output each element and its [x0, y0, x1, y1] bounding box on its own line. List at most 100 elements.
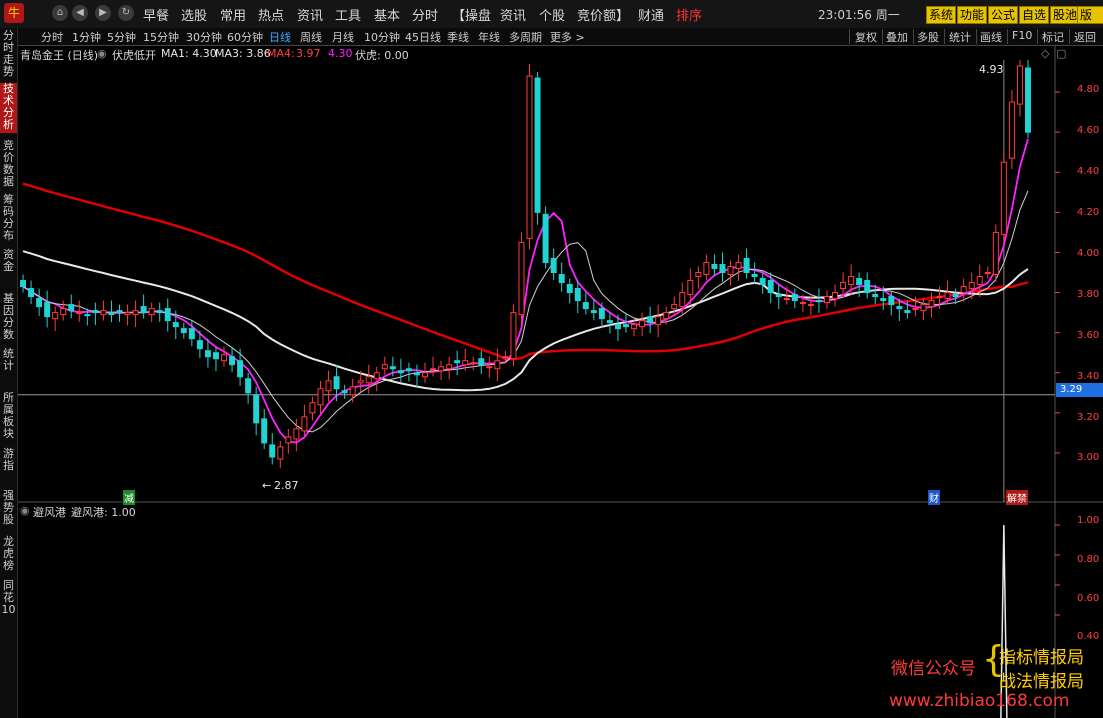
candle-body [405, 368, 412, 372]
candle-body [936, 296, 943, 299]
sub-toggle-icon[interactable]: ◉ [20, 504, 30, 517]
candle-body [204, 350, 211, 358]
candle-body [856, 278, 863, 286]
candle-body [116, 310, 123, 314]
axis-tick: 3.80 [1077, 289, 1100, 300]
axis-tick: 3.40 [1077, 371, 1100, 382]
watermark-line1: 指标情报局 [999, 648, 1084, 668]
candle-body [148, 308, 155, 316]
candle-body [92, 310, 99, 314]
ma4-value-a: 3.97 [296, 47, 321, 60]
candle-body [775, 294, 782, 298]
candle-body [679, 292, 686, 308]
candle-body [534, 77, 541, 213]
candle-body [832, 292, 839, 300]
candle-body [212, 352, 219, 360]
candle-body [606, 320, 613, 324]
candle-body [598, 308, 605, 320]
candle-body [623, 324, 629, 328]
event-tag-reduce[interactable]: 减 [123, 490, 135, 505]
candle-body [864, 280, 871, 294]
candle-body [221, 354, 228, 362]
expand-icon[interactable]: ◇ [1041, 47, 1049, 60]
candle-body [582, 302, 589, 310]
candle-body [422, 372, 428, 378]
candle-body [277, 446, 284, 460]
candle-body [960, 286, 967, 294]
high-price-annotation: 4.93 [979, 63, 1004, 76]
candle-body [293, 428, 300, 440]
candle-body [454, 360, 461, 364]
candle-body [590, 310, 597, 314]
candle-body [639, 320, 646, 328]
candle-body [550, 257, 557, 274]
candle-body [542, 213, 549, 263]
ma-white-line [22, 250, 1029, 392]
candle-body [44, 302, 51, 318]
candle-body [502, 356, 509, 359]
candle-body [1016, 65, 1023, 105]
minimize-icon[interactable]: ▢ [1056, 47, 1066, 60]
candle-body [462, 360, 469, 366]
low-price-annotation: 2.87 [274, 479, 299, 492]
candle-body [36, 298, 43, 308]
candle-body [341, 390, 348, 394]
axis-tick: 4.60 [1077, 125, 1100, 136]
candle-body [317, 388, 324, 406]
candle-body [20, 280, 27, 288]
candle-body [518, 241, 525, 316]
candle-body [952, 294, 959, 298]
candle-body [478, 358, 485, 366]
candle-body [1024, 67, 1031, 133]
sub-axis-tick: 0.60 [1077, 593, 1100, 604]
sub-indicator-value: 避风港: 1.00 [71, 506, 136, 519]
candle-body [574, 288, 581, 302]
sub-axis-tick: 0.80 [1077, 554, 1100, 565]
candle-body [872, 294, 879, 298]
candle-body [365, 376, 372, 384]
candle-body [526, 75, 533, 239]
candle-body [783, 298, 790, 301]
axis-tick: 4.20 [1077, 207, 1100, 218]
candle-body [108, 312, 115, 316]
candle-body [968, 282, 975, 290]
candle-body [229, 356, 236, 366]
candle-body [558, 274, 565, 284]
axis-tick: 3.60 [1077, 330, 1100, 341]
candle-body [815, 300, 822, 303]
candle-body [848, 276, 855, 286]
candle-body [663, 312, 670, 320]
stock-title: 青岛金王 (日线) [20, 49, 99, 62]
axis-tick: 3.20 [1077, 412, 1100, 423]
candle-body [799, 302, 806, 305]
candle-body [655, 316, 662, 326]
event-tag-unlock[interactable]: 解禁 [1006, 490, 1028, 505]
indicator-toggle-icon[interactable]: ◉ [97, 47, 107, 60]
kline-chart[interactable] [0, 0, 1103, 718]
candle-body [767, 280, 774, 294]
candle-body [28, 288, 35, 298]
formula-name[interactable]: 伏虎低开 [112, 47, 156, 63]
candle-body [76, 312, 83, 315]
candle-body [261, 418, 268, 444]
candle-body [124, 312, 131, 316]
candle-body [397, 370, 404, 374]
candle-body [156, 310, 163, 314]
candle-body [349, 386, 356, 396]
candle-body [68, 304, 75, 312]
candle-body [52, 312, 59, 320]
candle-body [976, 276, 983, 286]
event-tag-finance[interactable]: 财 [928, 490, 940, 505]
candle-body [164, 308, 171, 322]
candle-body [301, 416, 308, 432]
candle-body [743, 257, 750, 274]
sub-indicator-name[interactable]: 避风港 [33, 504, 66, 520]
candle-body [470, 362, 477, 365]
candle-body [494, 360, 501, 370]
candle-body [751, 274, 758, 278]
candle-body [325, 380, 332, 392]
ma4-label: MA4: [267, 47, 295, 60]
candle-body [888, 296, 895, 306]
candle-body [84, 314, 91, 317]
candle-body [1000, 161, 1007, 235]
